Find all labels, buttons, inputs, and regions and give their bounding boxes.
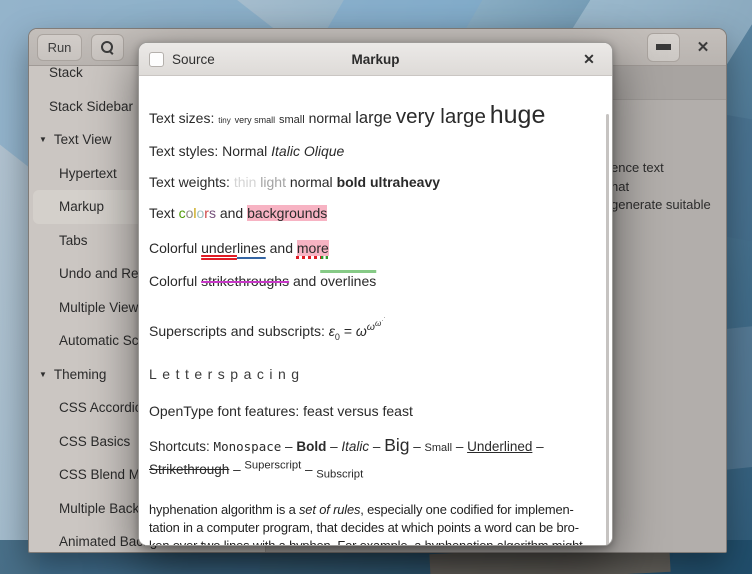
source-checkbox[interactable] (149, 52, 164, 67)
strikethroughs-line: Colorful strikethroughs and overlines (149, 273, 602, 289)
source-toggle[interactable]: Source (149, 52, 215, 67)
description-line: hat (611, 178, 726, 197)
source-label: Source (172, 52, 215, 67)
dialog-close-button[interactable]: ✕ (576, 46, 602, 72)
sidebar-item-label: Stack (49, 66, 83, 80)
text-sizes-line: Text sizes: tiny very small small normal… (149, 101, 602, 130)
sidebar-item-label: Theming (54, 367, 107, 382)
letterspacing-line: Letterspacing (149, 366, 602, 382)
sidebar-item-label: CSS Basics (59, 434, 130, 449)
paragraph-line: hyphenation algorithm is a set of rules,… (149, 501, 602, 519)
desktop-wallpaper: Run ✕ Stack Stack Sidebar ▼ Text View Hyp… (0, 0, 752, 574)
scrollbar[interactable] (606, 114, 609, 545)
demo-description-text: ence text hat generate suitable (611, 159, 726, 215)
underlines-line: Colorful underlines and more (149, 240, 602, 256)
sidebar-item-label: Text View (54, 132, 112, 147)
shortcuts-line: Shortcuts: Monospace – Bold – Italic – B… (149, 435, 604, 486)
expander-arrow-icon[interactable]: ▼ (39, 135, 47, 144)
description-line: ence text (611, 159, 726, 178)
search-button[interactable] (91, 34, 124, 61)
markup-textview[interactable]: Text sizes: tiny very small small normal… (139, 76, 612, 545)
text-weights-line: Text weights: thin light normal bold ult… (149, 174, 602, 190)
sidebar-item-label: CSS Accordion (59, 400, 150, 415)
text-colors-line: Text colors and backgrounds (149, 205, 602, 221)
hyphenation-paragraph: hyphenation algorithm is a set of rules,… (149, 501, 602, 545)
sidebar-item-label: Multiple Views (59, 300, 145, 315)
window-close-button[interactable]: ✕ (688, 33, 718, 62)
sidebar-item-label: Hypertext (59, 166, 117, 181)
markup-dialog: Source Markup ✕ Text sizes: tiny very sm… (138, 42, 613, 546)
menu-button[interactable] (647, 33, 680, 62)
hamburger-icon (656, 44, 671, 50)
sidebar-item-label: Stack Sidebar (49, 99, 133, 114)
sidebar-item-label: Markup (59, 199, 104, 214)
dialog-headerbar: Source Markup ✕ (139, 43, 612, 76)
paragraph-line: ken over two lines with a hyphen. For ex… (149, 537, 602, 545)
search-icon (101, 41, 114, 54)
expander-arrow-icon[interactable]: ▼ (39, 370, 47, 379)
colored-letters: colors (179, 205, 216, 221)
superscripts-line: Superscripts and subscripts: ε0 = ωωω·· (149, 318, 602, 342)
paragraph-line: tation in a computer program, that decid… (149, 519, 602, 537)
run-button[interactable]: Run (37, 34, 82, 61)
sidebar-item-label: Tabs (59, 233, 88, 248)
text-styles-line: Text styles: Normal Italic Olique (149, 143, 602, 159)
description-line: generate suitable (611, 196, 726, 215)
opentype-line: OpenType font features: feast versus fea… (149, 403, 602, 419)
